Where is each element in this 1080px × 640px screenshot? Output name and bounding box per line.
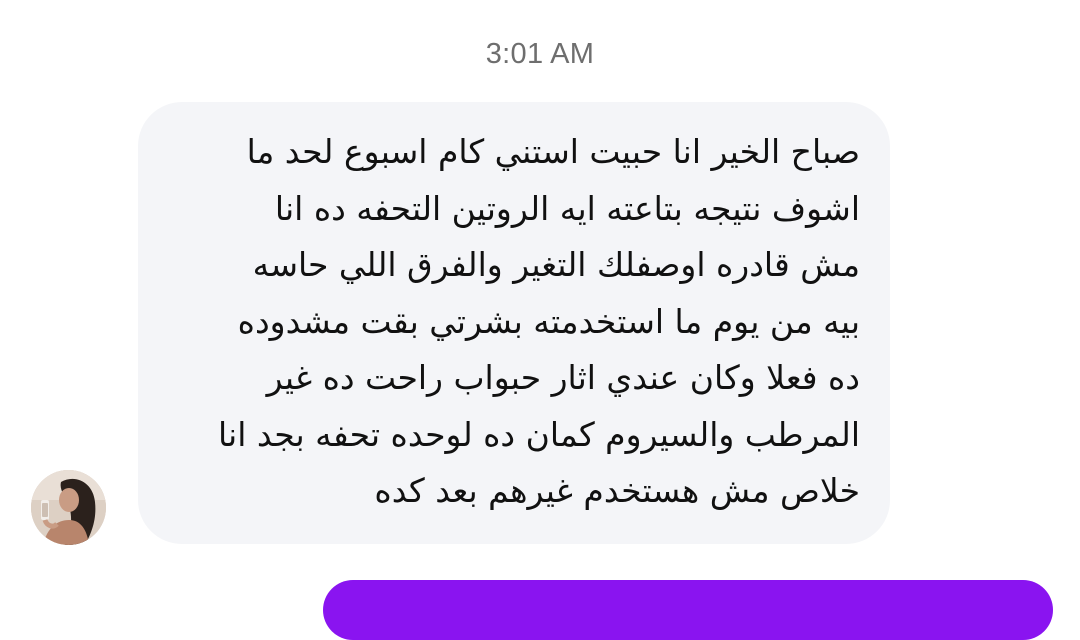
message-timestamp: 3:01 AM xyxy=(485,38,595,70)
message-text-line: خلاص مش هستخدم غيرهم بعد كده xyxy=(374,471,860,510)
message-text-line: بيه من يوم ما استخدمته بشرتي بقت مشدوده xyxy=(237,301,860,341)
message-text-line: المرطب والسيروم كمان ده لوحده تحفه بجد ا… xyxy=(217,414,860,454)
sender-avatar[interactable] xyxy=(31,470,106,545)
message-text-line: اشوف نتيجه بتاعته ايه الروتين التحفه ده … xyxy=(274,188,860,228)
message-text-line: ده فعلا وكان عندي اثار حبواب راحت ده غير xyxy=(266,358,860,397)
outgoing-message-bubble[interactable] xyxy=(323,580,1053,640)
message-text-line: مش قادره اوصفلك التغير والفرق اللي حاسه xyxy=(252,245,860,284)
incoming-message-bubble[interactable]: صباح الخير انا حبيت استني كام اسبوع لحد … xyxy=(138,102,890,544)
profile-photo-avatar-icon xyxy=(31,470,106,545)
message-text-line: صباح الخير انا حبيت استني كام اسبوع لحد … xyxy=(246,132,860,171)
